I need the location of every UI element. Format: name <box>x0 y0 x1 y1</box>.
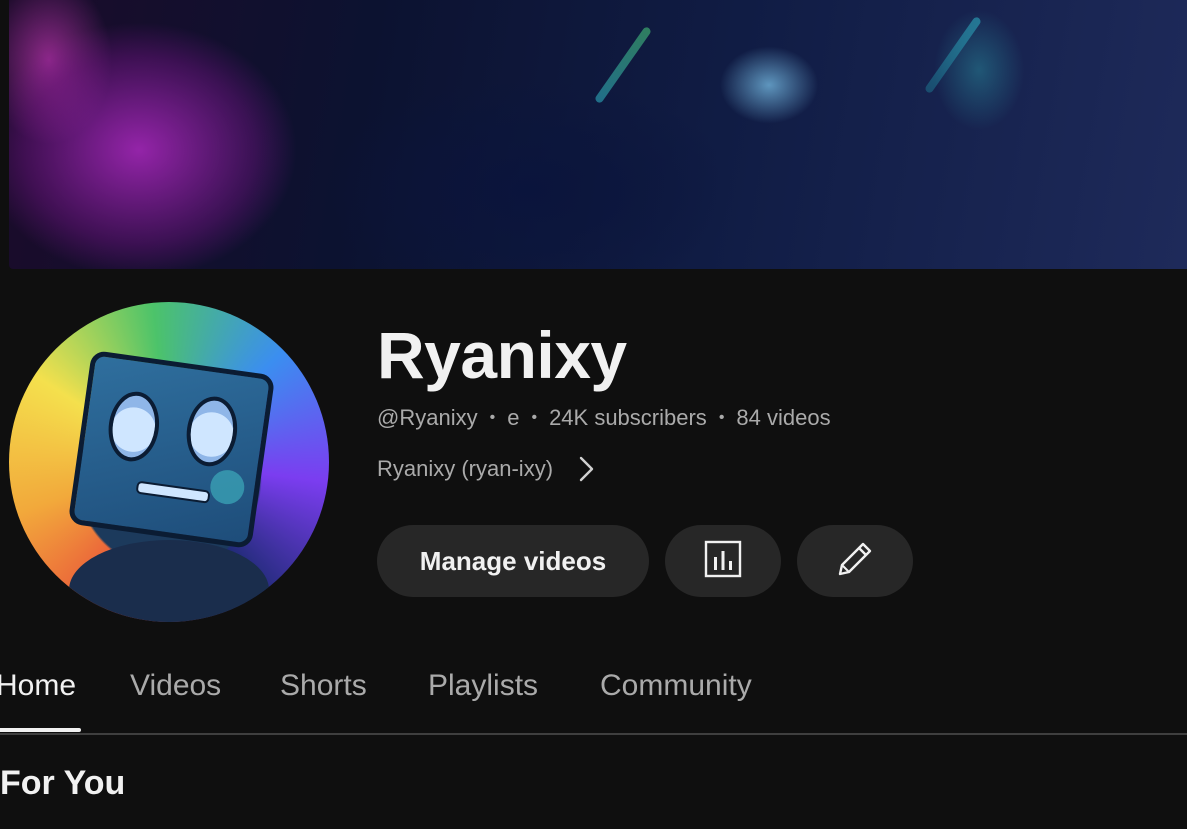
separator-dot: • <box>718 409 725 426</box>
video-count: 84 videos <box>736 405 831 430</box>
avatar-cheek <box>208 467 247 507</box>
tab-home[interactable]: Home <box>0 664 81 732</box>
tab-playlists[interactable]: Playlists <box>428 664 538 731</box>
banner-streak <box>593 25 653 105</box>
chevron-right-icon[interactable] <box>579 456 595 482</box>
manage-videos-button[interactable]: Manage videos <box>377 525 649 597</box>
channel-name: Ryanixy <box>377 318 627 392</box>
avatar-face <box>67 349 276 550</box>
separator-dot: • <box>489 409 496 426</box>
avatar-body <box>69 540 269 622</box>
section-title: For You <box>0 764 126 802</box>
channel-meta: @Ryanixy • e • 24K subscribers • 84 vide… <box>377 405 831 431</box>
channel-tabs: Home Videos Shorts Playlists Community <box>0 664 1187 735</box>
avatar-eye <box>104 388 164 465</box>
channel-banner <box>9 0 1187 269</box>
channel-link-text: Ryanixy (ryan-ixy) <box>377 456 554 481</box>
avatar-eye <box>182 393 242 470</box>
analytics-button[interactable] <box>665 525 781 597</box>
pencil-icon <box>835 539 875 584</box>
separator-dot: • <box>531 409 538 426</box>
edit-channel-button[interactable] <box>797 525 913 597</box>
channel-handle: @Ryanixy <box>377 405 478 430</box>
banner-streak <box>923 15 983 95</box>
channel-avatar[interactable] <box>9 302 329 622</box>
avatar-mouth <box>135 480 211 504</box>
tab-shorts[interactable]: Shorts <box>280 664 367 731</box>
channel-extra: e <box>507 405 520 430</box>
tab-videos[interactable]: Videos <box>130 664 221 731</box>
subscriber-count: 24K subscribers <box>549 405 707 430</box>
bar-chart-icon <box>704 540 742 583</box>
channel-links[interactable]: Ryanixy (ryan-ixy) <box>377 456 595 482</box>
tab-community[interactable]: Community <box>600 664 752 731</box>
